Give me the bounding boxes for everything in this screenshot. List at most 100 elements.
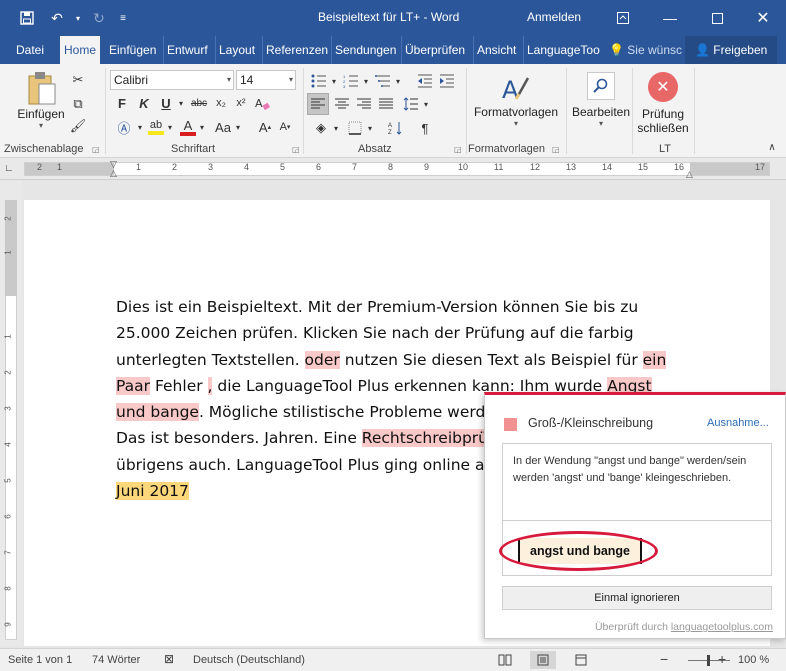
multilevel-list-icon[interactable] [372,70,394,92]
svg-text:3: 3 [343,84,346,88]
tab-home[interactable]: Home [60,36,101,64]
line-spacing-dropdown-icon[interactable]: ▾ [422,93,430,115]
tab-einfuegen[interactable]: Einfügen [106,36,159,64]
numbering-icon[interactable]: 123 [340,70,362,92]
multilevel-dropdown-icon[interactable]: ▾ [394,70,402,92]
shading-dropdown-icon[interactable]: ▾ [332,117,340,139]
bullets-dropdown-icon[interactable]: ▾ [330,70,338,92]
justify-icon[interactable] [375,93,397,115]
show-formatting-icon[interactable]: ¶ [414,117,436,139]
collapse-ribbon-icon[interactable]: ∧ [765,140,779,154]
redo-icon[interactable]: ↻ [84,0,114,36]
text-effects-dropdown-icon[interactable]: ▾ [136,116,144,138]
ribbon-display-icon[interactable] [600,0,646,36]
grow-font-button[interactable]: A ▴ [256,116,274,138]
copy-icon[interactable]: ⧉ [68,94,88,114]
editing-button[interactable]: Bearbeiten ▾ [570,72,632,128]
italic-button[interactable]: K [134,92,154,114]
shrink-font-button[interactable]: A ▾ [276,116,294,138]
sort-icon[interactable]: AZ [385,117,407,139]
web-layout-icon[interactable] [568,651,594,669]
increase-indent-icon[interactable] [436,70,458,92]
align-center-icon[interactable] [331,93,353,115]
close-check-button[interactable]: ✕ Prüfung schließen [634,72,692,135]
highlight-dropdown-icon[interactable]: ▾ [166,116,174,138]
align-right-icon[interactable] [353,93,375,115]
subscript-button[interactable]: x₂ [212,92,230,114]
caret-up-icon: ▴ [267,124,272,131]
proofing-icon[interactable]: ⊠ [164,652,174,666]
clear-formatting-icon[interactable]: A [252,92,272,114]
save-icon[interactable] [12,0,42,36]
underline-button[interactable]: U [156,92,176,114]
zoom-in-button[interactable]: + [718,651,726,667]
cut-icon[interactable]: ✂ [68,70,88,90]
borders-dropdown-icon[interactable]: ▾ [366,117,374,139]
strikethrough-button[interactable]: abc [188,92,210,114]
zoom-slider-thumb[interactable] [707,655,710,666]
indent-marker[interactable]: ▽ △ [110,160,117,178]
font-size-combo[interactable]: 14 ▾ [236,70,296,90]
vruler-number: 3 [3,406,13,411]
exceptions-link[interactable]: Ausnahme... [707,417,769,429]
tab-entwurf[interactable]: Entwurf [163,36,211,64]
tab-ansicht[interactable]: Ansicht [473,36,519,64]
align-left-icon[interactable] [307,93,329,115]
undo-dropdown-icon[interactable]: ▾ [72,0,84,36]
highlight-color-button[interactable]: ab [146,116,166,138]
paste-dropdown-icon: ▾ [38,121,43,130]
bold-button[interactable]: F [112,92,132,114]
language-indicator[interactable]: Deutsch (Deutschland) [193,654,305,666]
underline-dropdown-icon[interactable]: ▾ [176,92,186,114]
tab-sendungen[interactable]: Sendungen [331,36,399,64]
sign-in-link[interactable]: Anmelden [527,10,581,24]
font-launcher-icon[interactable]: ◲ [292,145,300,154]
font-color-button[interactable]: A [178,116,198,138]
print-layout-icon[interactable] [530,651,556,669]
font-name-combo[interactable]: Calibri ▾ [110,70,234,90]
paste-button[interactable]: Einfügen ▾ [16,70,66,130]
styles-dropdown-icon: ▾ [513,119,518,128]
styles-launcher-icon[interactable]: ◲ [552,145,560,154]
undo-icon[interactable]: ↶ [42,0,72,36]
tab-ueberpruefen[interactable]: Überprüfen [401,36,468,64]
tab-referenzen[interactable]: Referenzen [262,36,331,64]
numbering-dropdown-icon[interactable]: ▾ [362,70,370,92]
change-case-dropdown-icon[interactable]: ▾ [234,116,242,138]
ruler-number: 15 [638,162,649,172]
share-button[interactable]: 👤 Freigeben [685,36,778,64]
tab-languagetool[interactable]: LanguageToo [523,36,603,64]
minimize-icon[interactable]: — [647,0,693,36]
flagged-text[interactable]: oder [304,350,340,369]
clipboard-launcher-icon[interactable]: ◲ [92,145,100,154]
tell-me-box[interactable]: 💡 Sie wünsc [606,36,685,64]
borders-icon[interactable] [344,117,366,139]
format-painter-icon[interactable]: 🖌 [68,116,88,136]
font-name-value: Calibri [114,73,149,87]
decrease-indent-icon[interactable] [414,70,436,92]
styles-button[interactable]: A Formatvorlagen ▾ [472,72,560,128]
tab-layout[interactable]: Layout [215,36,258,64]
font-color-dropdown-icon[interactable]: ▾ [198,116,206,138]
text-effects-icon[interactable]: Ⓐ [112,116,136,138]
change-case-button[interactable]: Aa [212,116,234,138]
word-count[interactable]: 74 Wörter [92,654,140,666]
right-indent-marker[interactable]: △ [686,169,693,180]
bullets-icon[interactable] [308,70,330,92]
ribbon-tabs: Datei Home Einfügen Entwurf Layout Refer… [0,36,786,64]
customize-qat-icon[interactable]: ≡ [114,0,132,36]
maximize-icon[interactable] [694,0,740,36]
line-spacing-icon[interactable] [400,93,422,115]
read-mode-icon[interactable] [492,651,518,669]
footer-link[interactable]: languagetoolplus.com [671,621,773,633]
shading-icon[interactable]: ◈ [310,117,332,139]
zoom-out-button[interactable]: − [660,651,668,667]
superscript-button[interactable]: x² [232,92,250,114]
zoom-level[interactable]: 100 % [738,654,769,666]
page-count[interactable]: Seite 1 von 1 [8,654,72,666]
close-window-icon[interactable]: ✕ [740,0,786,36]
tab-datei[interactable]: Datei [13,36,47,64]
ignore-once-button[interactable]: Einmal ignorieren [502,586,772,610]
paragraph-launcher-icon[interactable]: ◲ [454,145,462,154]
tab-selector-icon[interactable]: ∟ [4,162,18,176]
